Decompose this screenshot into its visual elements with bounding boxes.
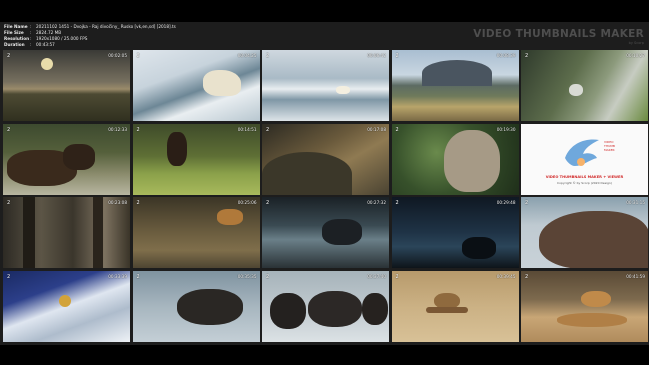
timestamp: 00:08:39 [496,53,516,58]
file-info-value: 00:43:57 [36,42,55,47]
channel-badge: 2 [266,200,270,206]
thumbnail-seal-closeup[interactable]: 2 00:31:15 [521,197,648,268]
scene-subject [166,131,187,166]
channel-badge: 2 [395,53,399,59]
channel-badge: 2 [136,53,140,59]
timestamp: 00:14:51 [237,126,257,132]
scene-subject [23,197,35,268]
timestamp: 00:04:25 [237,53,257,58]
scene-subject [202,70,241,96]
brand-title: VIDEO THUMBNAILS MAKER [473,28,644,40]
timestamp: 00:12:33 [108,126,127,132]
channel-badge: 2 [395,126,399,133]
channel-badge: 2 [525,200,529,206]
scene-subject [262,151,352,195]
scene-subject [93,197,103,268]
promo-side-text: VIDEO THUMB MAKER [604,139,615,152]
thumbnail-forest-tiger[interactable]: 2 00:25:06 [132,197,260,268]
scene-subject [322,219,362,245]
timestamp: 00:39:45 [496,273,516,279]
thumbnail-muskox-in-snow[interactable]: 2 00:35:35 [132,270,260,342]
scene-subject [557,312,627,327]
thumbnail-image [391,197,519,268]
timestamp: 00:35:35 [237,273,257,279]
thumbnail-lizards-on-rock[interactable]: 2 00:41:59 [521,270,648,342]
scene-subject [59,294,71,307]
thumbnail-image [132,197,260,268]
thumbnail-night-rocks[interactable]: 2 00:29:48 [391,197,519,268]
thumbnail-image [262,50,389,121]
channel-badge: 2 [395,200,399,206]
thumbnail-brown-bears-walking[interactable]: 2 00:12:33 [3,123,130,195]
channel-badge: 2 [7,273,11,280]
channel-badge: 2 [266,53,270,59]
channel-badge: 2 [266,273,270,280]
promo-title: VIDEO THUMBNAILS MAKER + VIEWER [545,174,624,179]
thumbnail-bird-on-rocky-hill[interactable]: 2 00:10:27 [521,50,648,121]
channel-badge: 2 [525,53,529,59]
channel-badge: 2 [266,126,270,133]
channel-badge: 2 [7,53,11,59]
channel-badge: 2 [395,273,399,280]
thumbnail-rocky-hillside[interactable]: 2 00:17:08 [262,123,389,195]
scene-subject [308,290,362,327]
timestamp: 00:31:15 [626,200,645,205]
scene-subject [270,292,306,329]
scene-subject [176,288,243,325]
timestamp: 00:37:40 [367,273,386,279]
channel-badge: 2 [7,126,11,133]
channel-badge: 2 [525,273,529,280]
timestamp: 00:33:39 [108,273,127,279]
thumbnail-image [3,50,130,121]
channel-badge: 2 [136,273,140,280]
timestamp: 00:17:08 [367,126,386,132]
thumbnail-image [521,50,648,121]
timestamp: 00:23:08 [108,200,127,205]
thumbnail-aerial-ice[interactable]: 2 00:33:39 [3,270,130,342]
thumbnail-sunset-over-wetland[interactable]: 2 00:02:05 [3,50,130,121]
thumbnail-muskox-herd[interactable]: 2 00:37:40 [262,270,389,342]
timestamp: 00:29:48 [496,200,516,205]
channel-badge: 2 [136,126,140,133]
contact-sheet: File Name:20211102 1451 - Dvojka - Raj d… [0,22,649,345]
timestamp: 00:25:06 [237,200,257,205]
channel-badge: 2 [7,200,11,206]
timestamp: 00:10:27 [626,53,645,58]
thumbnail-owl-closeup[interactable]: 2 00:19:30 [391,123,519,195]
thumbnail-lizard-on-sand[interactable]: 2 00:39:45 [391,270,519,342]
thumbnail-image [132,123,260,195]
scene-subject [216,209,243,225]
thumbnail-bear-in-grass[interactable]: 2 00:14:51 [132,123,260,195]
file-info-key: Duration [4,42,25,47]
file-info-panel: File Name:20211102 1451 - Dvojka - Raj d… [4,24,344,48]
thumbnail-polar-bear-in-ice[interactable]: 2 00:04:25 [132,50,260,121]
bird-logo-icon [565,139,599,166]
timestamp: 00:02:05 [108,53,127,58]
scene-subject [421,60,492,86]
scene-subject [425,306,468,313]
thumbnail-forest-trunks[interactable]: 2 00:23:08 [3,197,130,268]
promo-copyright: Copyright © by Scorp (2020 Design) [557,180,612,185]
thumbnail-polar-bear-on-ice-floes[interactable]: 2 00:06:42 [262,50,389,121]
scene-subject [443,129,500,192]
timestamp: 00:41:59 [626,273,645,279]
thumbnail-image [521,270,648,342]
scene-subject [63,143,95,170]
brand-subtitle: by Scorp [628,41,644,45]
scene-subject [336,86,350,94]
thumbnail-stream-animal[interactable]: 2 00:27:32 [262,197,389,268]
thumbnail-promo[interactable]: VIDEO THUMB MAKER VIDEO THUMBNAILS MAKER … [521,123,648,195]
scene-subject [569,84,583,96]
file-info-row: Duration:00:43:57 [4,42,344,48]
scene-subject [581,290,611,307]
channel-badge: 2 [136,200,140,206]
timestamp: 00:06:42 [367,53,386,58]
scene-subject [41,58,53,70]
timestamp: 00:19:30 [496,126,516,132]
scene-subject [461,237,496,259]
scene-subject [539,211,648,268]
thumbnail-mountain-lake[interactable]: 2 00:08:39 [391,50,519,121]
scene-subject [362,292,388,325]
timestamp: 00:27:32 [367,200,386,205]
